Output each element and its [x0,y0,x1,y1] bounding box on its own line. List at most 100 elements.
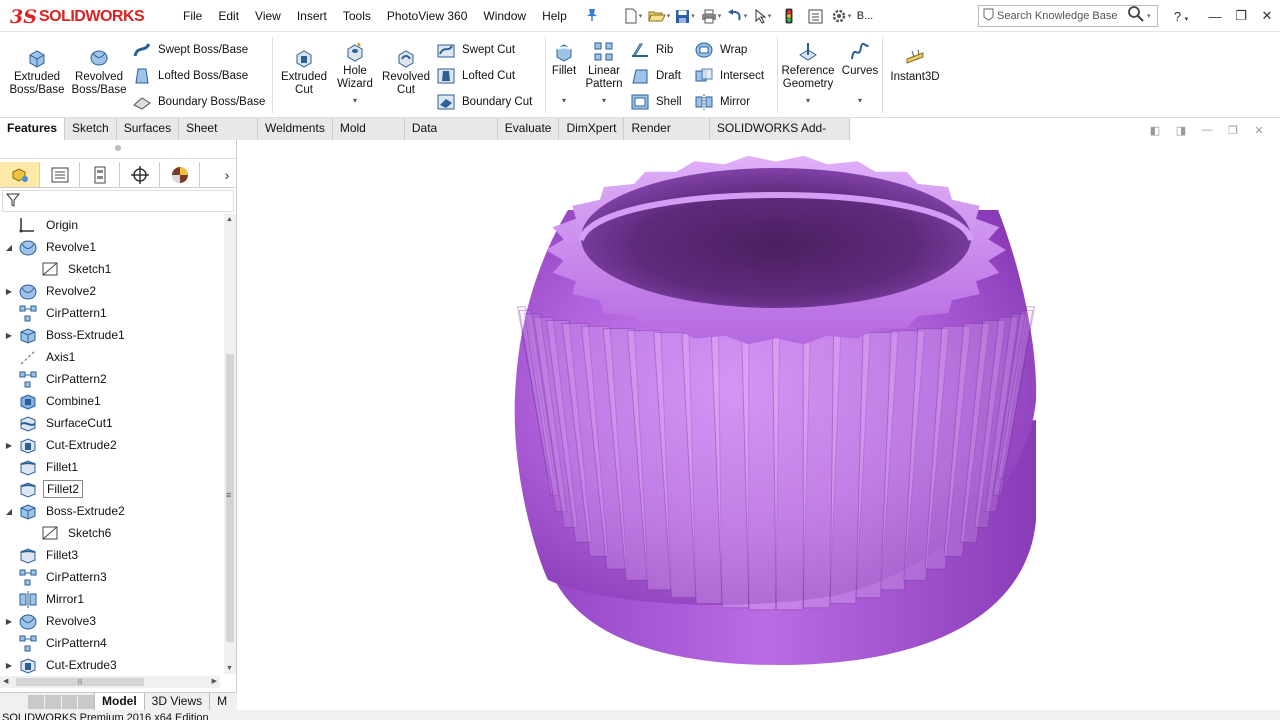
extruded-cut-button[interactable]: Extruded Cut [276,47,332,97]
expand-icon[interactable]: ▶ [0,331,18,340]
lofted-cut-button[interactable]: Lofted Cut [436,65,515,87]
tree-item-cirpattern2[interactable]: CirPattern2 [0,368,224,390]
boundary-cut-button[interactable]: Boundary Cut [436,91,532,113]
tree-item-fillet1[interactable]: Fillet1 [0,456,224,478]
scroll-up-icon[interactable]: ▲ [226,216,233,223]
scroll-left-icon[interactable]: ◀ [3,677,8,685]
menu-view[interactable]: View [247,9,289,23]
tab-sheet-metal[interactable]: Sheet Metal [179,118,259,156]
hole-wizard-button[interactable]: Hole Wizard ▾ [334,41,376,107]
expand-icon[interactable]: ▶ [0,441,18,450]
search-dropdown-icon[interactable]: ▾ [1147,12,1157,20]
graphics-area[interactable] [238,140,1280,710]
viewport-minimize-icon[interactable]: — [1194,124,1220,137]
revolved-cut-button[interactable]: Revolved Cut [378,47,434,97]
tab-surfaces[interactable]: Surfaces [116,118,180,140]
search-icon[interactable] [1127,5,1147,27]
scroll-down-icon[interactable]: ▼ [226,665,233,672]
tree-item-cut-extrude2[interactable]: ▶ Cut-Extrude2 [0,434,224,456]
expand-icon[interactable]: ▶ [0,617,18,626]
tree-item-revolve3[interactable]: ▶ Revolve3 [0,610,224,632]
tree-item-fillet2[interactable]: Fillet2 [0,478,224,500]
file-properties-button[interactable] [802,5,828,27]
open-button[interactable]: ▾ [646,5,672,27]
tree-item-revolve1[interactable]: ◢ Revolve1 [0,236,224,258]
restore-icon[interactable]: ❐ [1228,8,1254,24]
instant3d-button[interactable]: Instant3D [886,47,944,84]
tree-item-revolve2[interactable]: ▶ Revolve2 [0,280,224,302]
tree-horizontal-scrollbar[interactable]: ◀ ||| ▶ [0,676,220,688]
select-button[interactable]: ▾ [750,5,776,27]
menu-file[interactable]: File [175,9,210,23]
tab-dimxpert[interactable]: DimXpert [559,118,625,140]
tree-item-boss-extrude1[interactable]: ▶ Boss-Extrude1 [0,324,224,346]
tree-item-surfacecut1[interactable]: SurfaceCut1 [0,412,224,434]
reference-geometry-button[interactable]: Reference Geometry ▾ [780,41,836,107]
curves-button[interactable]: Curves ▾ [840,41,880,107]
expand-icon[interactable]: ▶ [0,287,18,296]
boundary-boss-button[interactable]: Boundary Boss/Base [132,91,265,113]
menu-edit[interactable]: Edit [210,9,247,23]
close-icon[interactable]: ✕ [1254,8,1280,24]
panel-resize-grip-icon[interactable]: ≡ [226,490,231,500]
tab-mold-tools[interactable]: Mold Tools [332,118,405,156]
tree-item-origin[interactable]: Origin [0,214,224,236]
tree-item-boss-extrude2[interactable]: ◢ Boss-Extrude2 [0,500,224,522]
tree-item-cirpattern3[interactable]: CirPattern3 [0,566,224,588]
tab-navigation-arrows[interactable] [28,694,94,709]
menu-tools[interactable]: Tools [335,9,379,23]
tab-weldments[interactable]: Weldments [258,118,333,140]
tree-item-cirpattern1[interactable]: CirPattern1 [0,302,224,324]
tree-item-axis1[interactable]: Axis1 [0,346,224,368]
draft-button[interactable]: Draft [630,65,681,87]
configuration-manager-tab[interactable] [80,162,120,187]
menu-window[interactable]: Window [475,9,534,23]
minimize-icon[interactable]: — [1202,9,1228,24]
shell-button[interactable]: Shell [630,91,682,113]
bottom-tab-3d-views[interactable]: 3D Views [143,692,209,711]
display-manager-tab[interactable] [160,162,200,187]
lofted-boss-button[interactable]: Lofted Boss/Base [132,65,248,87]
options-button[interactable]: ▾ [828,5,854,27]
more-button[interactable]: B... [854,5,876,27]
horizontal-scrollbar-thumb[interactable]: ||| [16,678,144,686]
pin-icon[interactable] [585,8,599,22]
feature-manager-tab[interactable] [0,162,40,187]
tree-item-cut-extrude3[interactable]: ▶ Cut-Extrude3 [0,654,224,674]
tab-sketch[interactable]: Sketch [65,118,117,140]
menu-photoview[interactable]: PhotoView 360 [379,9,476,23]
search-box[interactable]: Search Knowledge Base ▾ [978,5,1158,27]
tree-item-sketch6[interactable]: Sketch6 [0,522,224,544]
viewport-restore-icon[interactable]: ❐ [1220,124,1246,137]
tree-filter[interactable] [2,190,234,212]
intersect-button[interactable]: Intersect [694,65,764,87]
viewport-close-icon[interactable]: ✕ [1246,124,1272,137]
collapse-icon[interactable]: ◢ [0,507,18,516]
new-document-button[interactable]: ▾ [620,5,646,27]
tab-evaluate[interactable]: Evaluate [497,118,560,140]
linear-pattern-button[interactable]: Linear Pattern ▾ [583,41,625,107]
dimxpert-manager-tab[interactable] [120,162,160,187]
collapse-icon[interactable]: ◢ [0,243,18,252]
chevron-right-icon[interactable]: › [217,162,237,187]
tree-item-cirpattern4[interactable]: CirPattern4 [0,632,224,654]
tree-item-fillet3[interactable]: Fillet3 [0,544,224,566]
expand-icon[interactable]: ▶ [0,661,18,670]
menu-help[interactable]: Help [534,9,575,23]
mirror-button[interactable]: Mirror [694,91,750,113]
bottom-tab-model[interactable]: Model [94,692,144,711]
tree-item-sketch1[interactable]: Sketch1 [0,258,224,280]
filter-icon[interactable] [3,193,23,210]
property-manager-tab[interactable] [40,162,80,187]
help-icon[interactable]: ? ▾ [1168,9,1194,24]
menu-insert[interactable]: Insert [289,9,335,23]
tab-data-migration[interactable]: Data Migration [404,118,498,156]
previous-view-icon[interactable]: ◧ [1142,124,1168,137]
undo-button[interactable]: ▾ [724,5,750,27]
solidworks-logo[interactable]: 3S SOLIDWORKS [10,4,155,30]
scroll-right-icon[interactable]: ▶ [212,677,217,685]
tree-vertical-scrollbar[interactable]: ▲ ▼ [224,214,236,674]
tab-features[interactable]: Features [0,118,66,140]
print-button[interactable]: ▾ [698,5,724,27]
swept-boss-button[interactable]: Swept Boss/Base [132,39,248,61]
